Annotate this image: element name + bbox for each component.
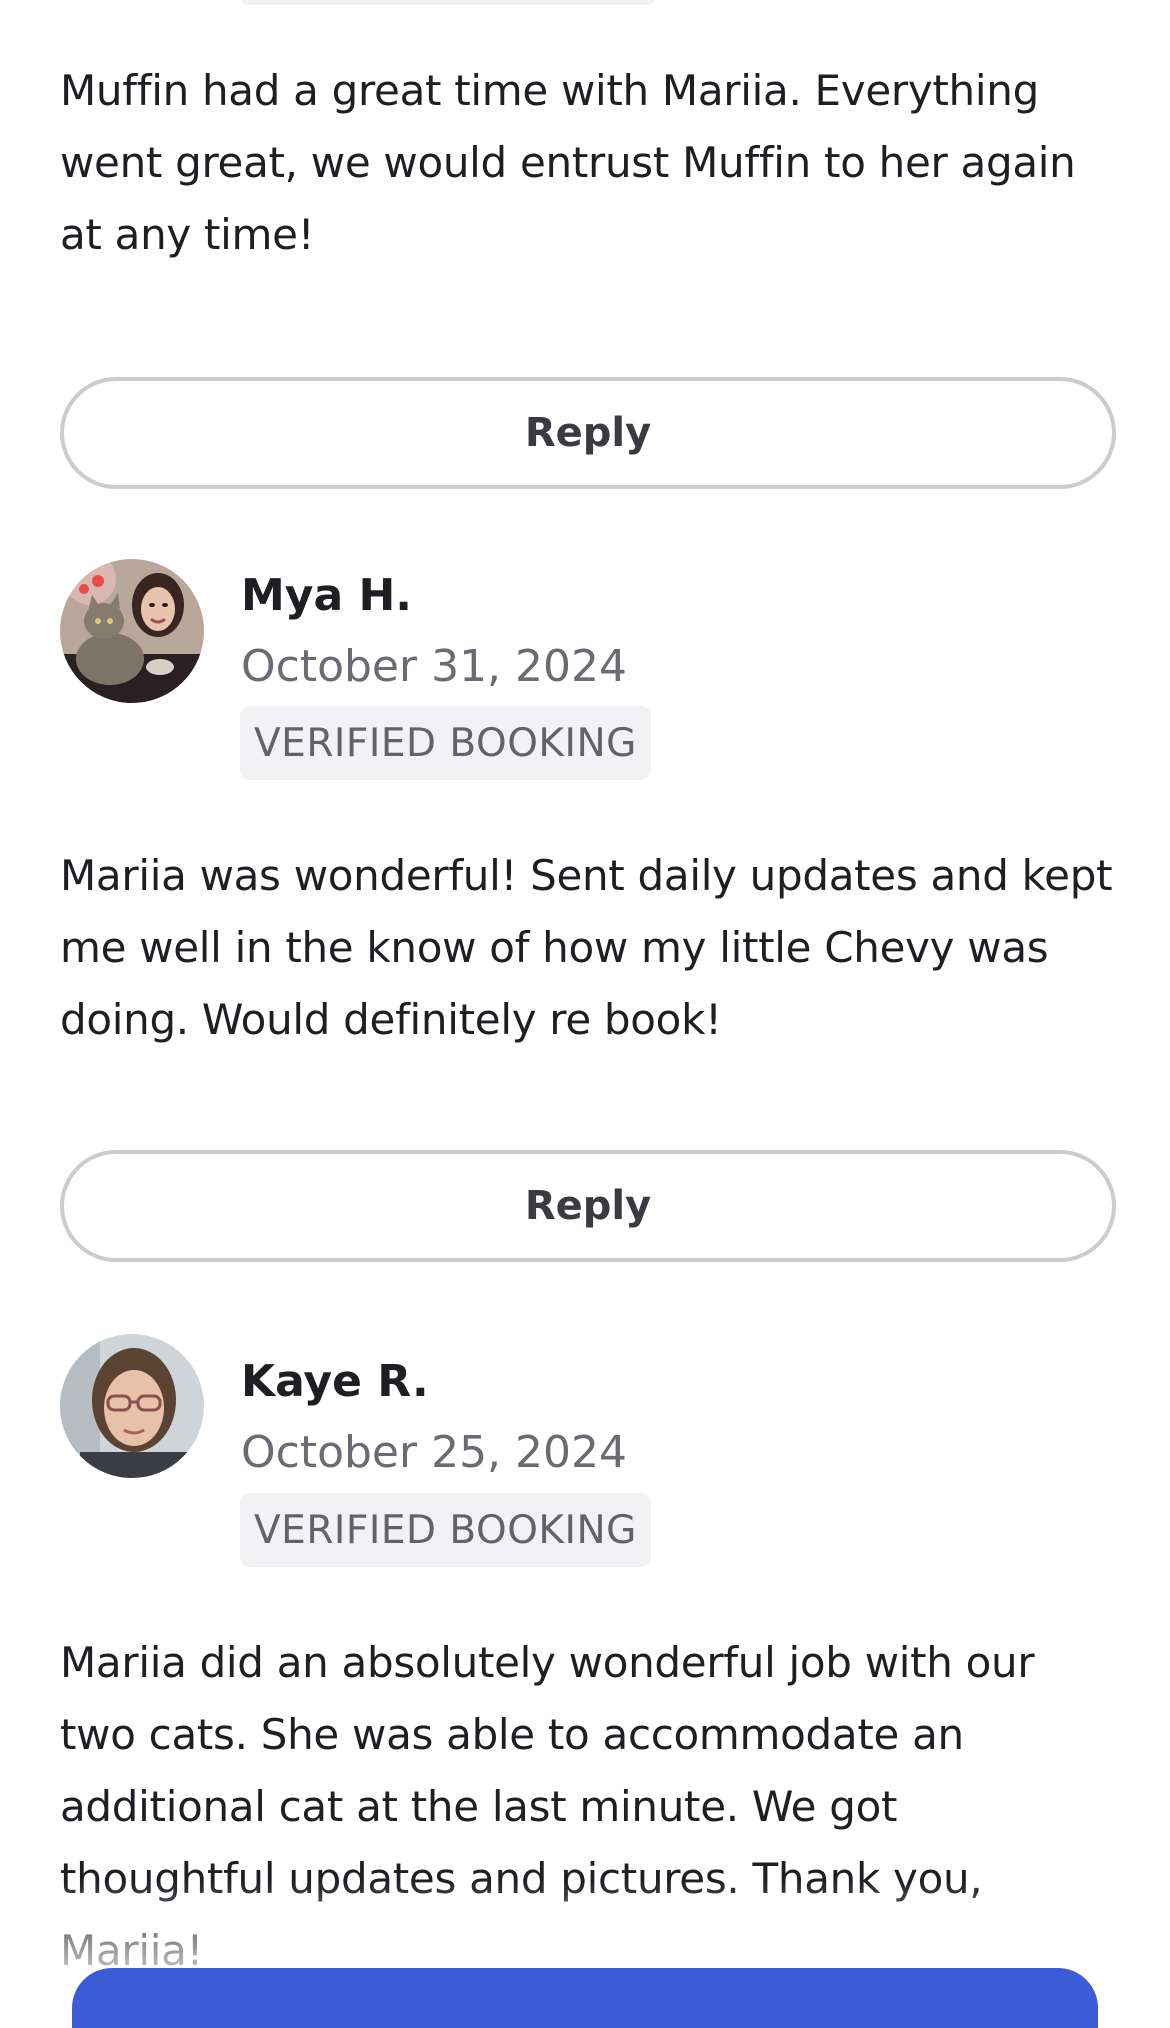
reply-button[interactable]: Reply <box>60 1150 1116 1262</box>
review-text: Muffin had a great time with Mariia. Eve… <box>60 66 1076 259</box>
verified-booking-label: VERIFIED BOOKING <box>254 720 637 766</box>
reply-button-label: Reply <box>524 1183 652 1229</box>
review-date: October 25, 2024 <box>241 1427 628 1478</box>
avatar-photo-woman-glasses <box>60 1334 204 1478</box>
contact-button[interactable] <box>72 1968 1098 2028</box>
reply-button[interactable]: Reply <box>60 377 1116 489</box>
verified-booking-label: VERIFIED BOOKING <box>254 1507 637 1553</box>
reviewer-name[interactable]: Kaye R. <box>241 1354 429 1410</box>
review-text: Mariia was wonderful! Sent daily updates… <box>60 851 1113 1044</box>
reply-button-label: Reply <box>524 410 652 456</box>
reviewer-name[interactable]: Mya H. <box>241 568 412 624</box>
reviewer-avatar <box>60 559 204 703</box>
review-date: October 31, 2024 <box>241 641 628 692</box>
verified-booking-badge: VERIFIED BOOKING <box>240 706 651 780</box>
avatar-photo-woman-with-cat <box>60 559 204 703</box>
verified-booking-badge: VERIFIED BOOKING <box>240 1493 651 1567</box>
verified-badge-remnant <box>240 0 655 5</box>
reviewer-avatar <box>60 1334 204 1478</box>
